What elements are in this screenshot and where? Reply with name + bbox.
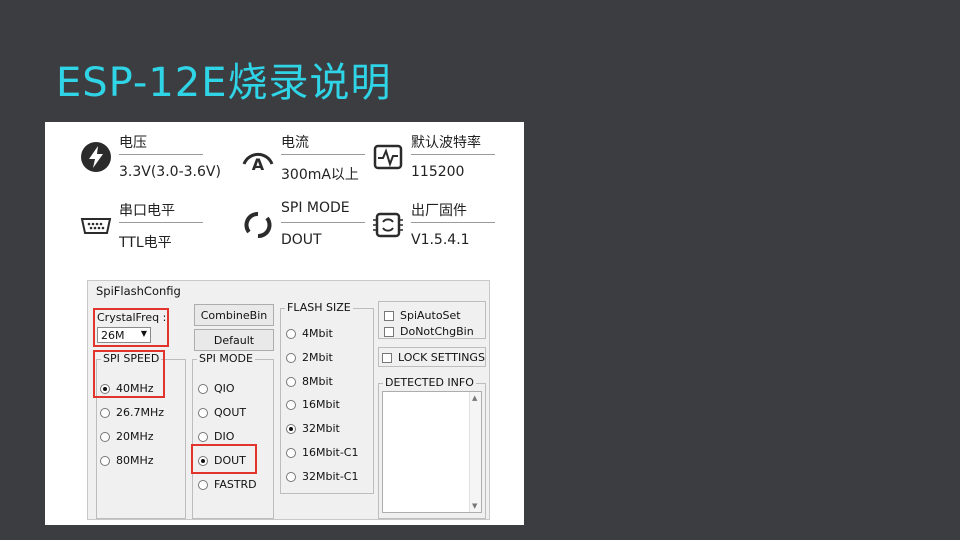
spec-label: 电流 — [281, 135, 309, 151]
scroll-up-icon[interactable]: ▲ — [472, 394, 477, 402]
spec-value: 115200 — [411, 164, 465, 180]
detected-info-textarea[interactable]: ▲ ▼ — [382, 391, 482, 513]
spec-firmware: 出厂固件 V1.5.4.1 — [371, 194, 521, 258]
spi-mode-dio[interactable]: DIO — [198, 430, 234, 443]
chevron-down-icon: ▼ — [140, 329, 147, 338]
dialog-title: SpiFlashConfig — [94, 284, 183, 298]
spec-voltage: 电压 3.3V(3.0-3.6V) — [79, 126, 229, 190]
spec-current: A 电流 300mA以上 — [241, 126, 391, 190]
flash-size-caption: FLASH SIZE — [285, 301, 353, 314]
spec-value: DOUT — [281, 232, 322, 248]
do-not-chg-bin-checkbox[interactable]: DoNotChgBin — [384, 325, 474, 338]
spec-label: 出厂固件 — [411, 203, 467, 219]
default-button[interactable]: Default — [194, 329, 274, 351]
lock-settings-checkbox[interactable]: LOCK SETTINGS — [382, 351, 485, 364]
slide-title: ESP-12E烧录说明 — [56, 60, 392, 106]
flash-size-32mbit[interactable]: 32Mbit — [286, 422, 340, 435]
spec-value: V1.5.4.1 — [411, 232, 470, 248]
flash-size-16mbit-c1[interactable]: 16Mbit-C1 — [286, 446, 359, 459]
spi-mode-qout[interactable]: QOUT — [198, 406, 246, 419]
crystal-label: CrystalFreq : — [97, 311, 167, 324]
spec-label: 电压 — [119, 135, 147, 151]
serial-port-icon — [80, 218, 112, 234]
combine-bin-button[interactable]: CombineBin — [194, 304, 274, 326]
spec-serial-level: 串口电平 TTL电平 — [79, 194, 229, 258]
spec-baud-rate: 默认波特率 115200 — [371, 126, 521, 190]
spin-icon — [244, 212, 272, 238]
scroll-down-icon[interactable]: ▼ — [472, 502, 477, 510]
spi-speed-26-7mhz[interactable]: 26.7MHz — [100, 406, 164, 419]
spec-label: 串口电平 — [119, 203, 175, 219]
detected-info-caption: DETECTED INFO — [383, 376, 476, 389]
flash-size-4mbit[interactable]: 4Mbit — [286, 327, 333, 340]
detected-info-scrollbar[interactable]: ▲ ▼ — [469, 392, 481, 512]
spi-mode-caption: SPI MODE — [197, 352, 255, 365]
spec-label: SPI MODE — [281, 200, 350, 216]
crystal-freq-value: 26M — [101, 329, 125, 342]
firmware-chip-icon — [373, 212, 403, 238]
ammeter-icon: A — [242, 152, 274, 174]
spi-flash-config-dialog: SpiFlashConfig CrystalFreq : 26M ▼ SPI S… — [87, 280, 490, 520]
waveform-icon — [373, 144, 403, 170]
flash-size-8mbit[interactable]: 8Mbit — [286, 375, 333, 388]
spec-value: TTL电平 — [119, 235, 172, 251]
spi-speed-40mhz[interactable]: 40MHz — [100, 382, 154, 395]
lightning-icon — [81, 142, 111, 172]
spi-mode-fastrd[interactable]: FASTRD — [198, 478, 257, 491]
flash-size-32mbit-c1[interactable]: 32Mbit-C1 — [286, 470, 359, 483]
spi-mode-dout[interactable]: DOUT — [198, 454, 246, 467]
flash-size-16mbit[interactable]: 16Mbit — [286, 398, 340, 411]
spec-value: 300mA以上 — [281, 167, 359, 183]
spi-speed-20mhz[interactable]: 20MHz — [100, 430, 154, 443]
crystal-freq-select[interactable]: 26M ▼ — [97, 327, 151, 343]
spec-label: 默认波特率 — [411, 135, 481, 151]
spi-auto-set-checkbox[interactable]: SpiAutoSet — [384, 309, 461, 322]
spi-speed-80mhz[interactable]: 80MHz — [100, 454, 154, 467]
spec-value: 3.3V(3.0-3.6V) — [119, 164, 221, 180]
screenshot-panel: 电压 3.3V(3.0-3.6V) A 电流 300mA以上 默认波特率 115… — [45, 122, 524, 525]
spi-mode-qio[interactable]: QIO — [198, 382, 235, 395]
flash-size-2mbit[interactable]: 2Mbit — [286, 351, 333, 364]
spec-spi-mode: SPI MODE DOUT — [241, 194, 391, 258]
svg-text:A: A — [252, 155, 265, 174]
